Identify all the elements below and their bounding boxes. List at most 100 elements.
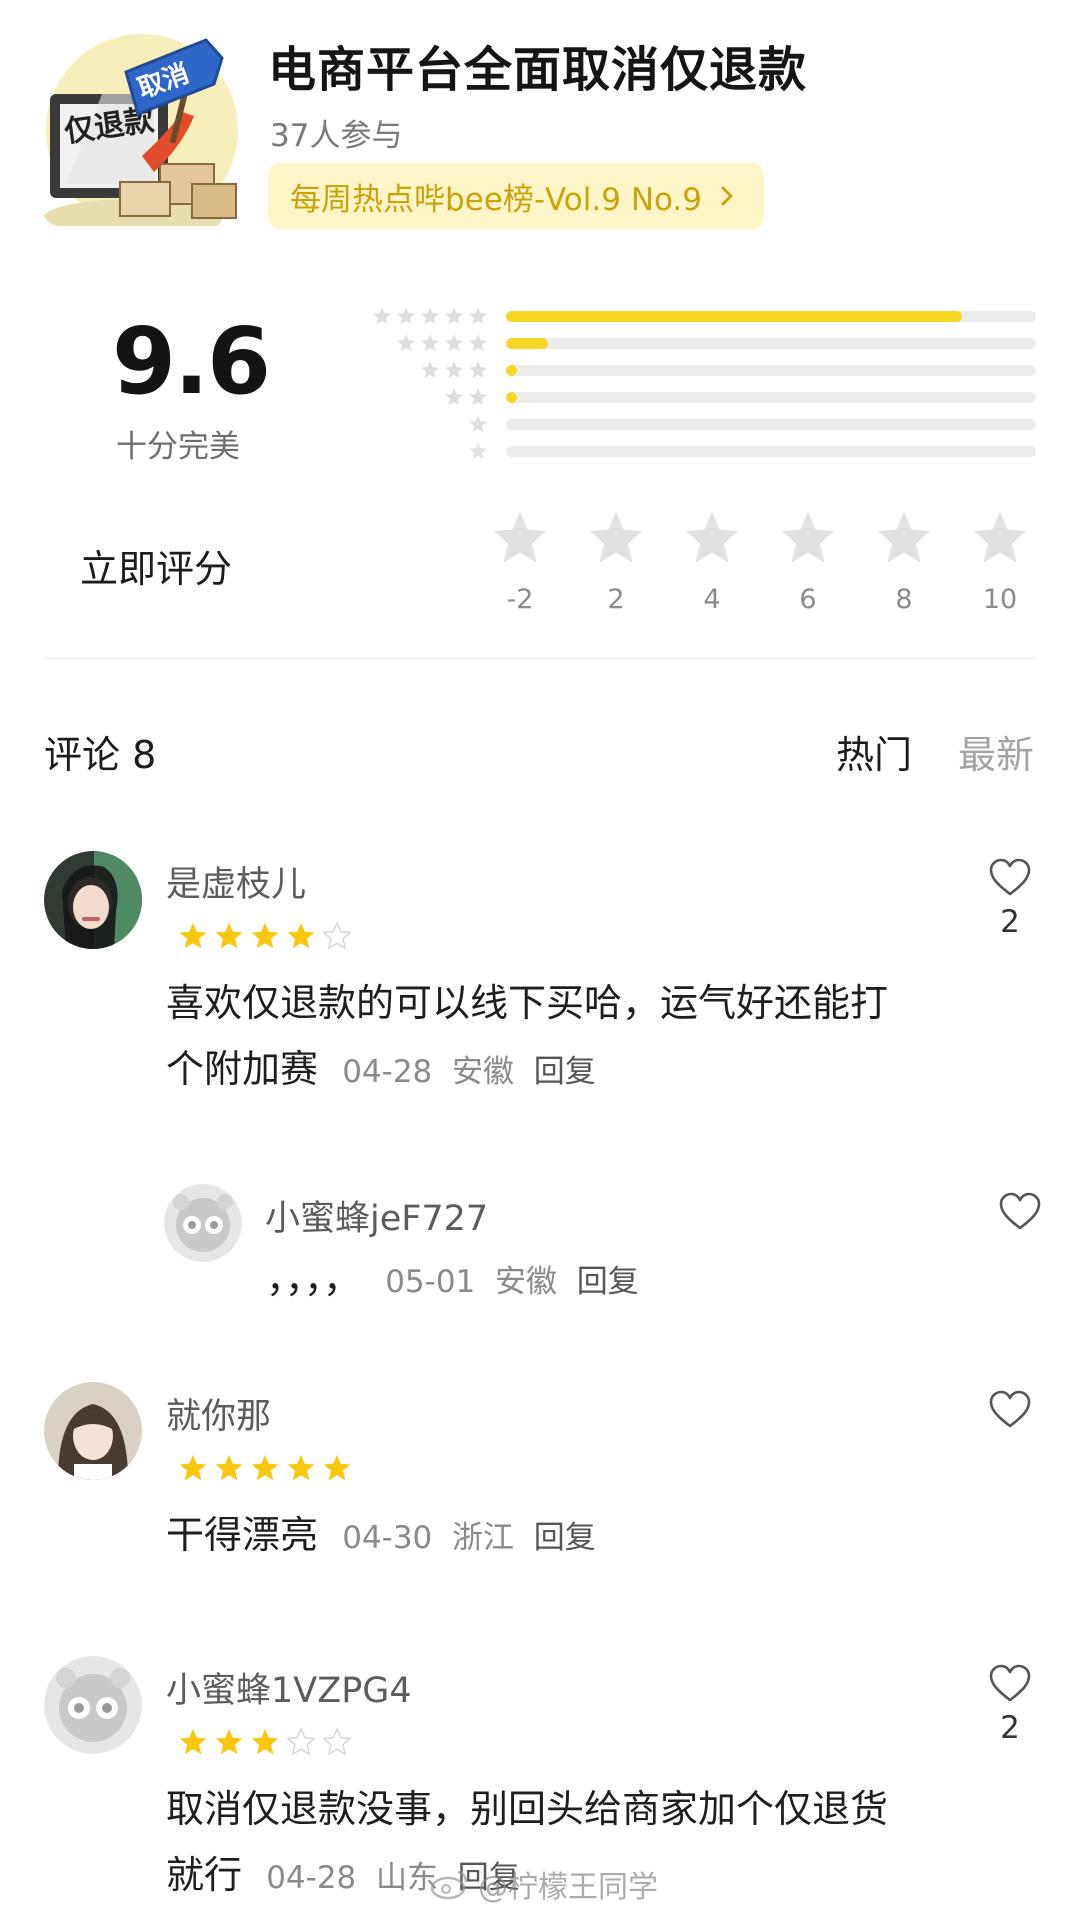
comment-body: 喜欢仅退款的可以线下买哈，运气好还能打 个附加赛 04-28 安徽 回复 — [166, 970, 888, 1105]
topic-title: 电商平台全面取消仅退款 — [268, 42, 808, 98]
star-filled-icon — [287, 922, 315, 949]
distribution-stars — [468, 412, 488, 436]
avatar[interactable] — [44, 1656, 142, 1754]
rate-option-label: 8 — [895, 584, 913, 615]
star-filled-icon — [251, 1728, 279, 1755]
heart-icon[interactable] — [988, 858, 1032, 898]
avatar[interactable] — [44, 1382, 142, 1480]
star-filled-icon — [179, 922, 207, 949]
star-icon — [469, 334, 487, 352]
comment-text-tail: 就行 — [166, 1853, 243, 1897]
distribution-stars — [468, 439, 488, 463]
star-icon — [421, 361, 439, 379]
comment-body: ，，，， 05-01 安徽 回复 — [266, 1246, 639, 1315]
topic-header: 仅退款 取消 电商平台全面取消仅退款 37人参与 每周热点哔bee榜-Vol.9… — [0, 0, 1080, 250]
comment-rating — [178, 921, 352, 951]
rate-star-icon[interactable] — [778, 508, 838, 568]
heart-icon[interactable] — [988, 1390, 1032, 1430]
distribution-bar-fill — [506, 311, 962, 322]
star-icon — [469, 307, 487, 325]
avatar[interactable] — [44, 851, 142, 949]
rate-option-label: -2 — [506, 584, 534, 615]
comment-body: 干得漂亮 04-30 浙江 回复 — [166, 1502, 596, 1571]
comment-rating — [178, 1453, 352, 1483]
comment-region: 浙江 — [452, 1520, 514, 1556]
comment-date: 05-01 — [385, 1264, 476, 1300]
rate-star-icon[interactable] — [490, 508, 550, 568]
comment-author[interactable]: 小蜜蜂jeF727 — [265, 1190, 488, 1241]
star-filled-icon — [215, 1728, 243, 1755]
comment-region: 山东 — [376, 1860, 438, 1896]
distribution-stars — [372, 304, 488, 328]
distribution-stars — [396, 331, 488, 355]
sort-new-tab[interactable]: 最新 — [958, 724, 1034, 779]
star-icon — [397, 334, 415, 352]
sort-hot-tab[interactable]: 热门 — [836, 724, 912, 779]
star-icon — [445, 334, 463, 352]
comment-text: ，，，， — [266, 1257, 362, 1301]
ranking-badge[interactable]: 每周热点哔bee榜-Vol.9 No.9 — [268, 163, 765, 229]
reply-button[interactable]: 回复 — [534, 1054, 596, 1090]
average-score: 9.6 — [112, 308, 271, 415]
section-divider — [44, 658, 1036, 659]
comment-text-line: 喜欢仅退款的可以线下买哈，运气好还能打 — [166, 981, 889, 1025]
comment-text: 干得漂亮 — [166, 1513, 319, 1557]
rate-option-label: 6 — [799, 584, 817, 615]
participants-count: 37人参与 — [270, 118, 403, 154]
star-icon — [469, 361, 487, 379]
comments-count-title: 评论 8 — [44, 733, 157, 777]
reply-button[interactable]: 回复 — [577, 1264, 639, 1300]
star-icon — [421, 334, 439, 352]
comment-date: 04-28 — [266, 1860, 357, 1896]
distribution-row — [360, 358, 1036, 382]
comment-date: 04-30 — [342, 1520, 433, 1556]
rate-star-icon[interactable] — [970, 508, 1030, 568]
avatar[interactable] — [164, 1184, 242, 1262]
heart-icon[interactable] — [988, 1664, 1032, 1704]
star-icon — [445, 307, 463, 325]
star-icon — [469, 415, 487, 433]
comment-author[interactable]: 小蜜蜂1VZPG4 — [166, 1662, 412, 1713]
like-count: 2 — [1000, 904, 1020, 940]
heart-icon[interactable] — [998, 1192, 1042, 1232]
comment-author[interactable]: 就你那 — [166, 1388, 271, 1439]
reply-button[interactable]: 回复 — [534, 1520, 596, 1556]
star-filled-icon — [215, 1454, 243, 1481]
ranking-label: 每周热点哔bee榜-Vol.9 No.9 — [290, 181, 703, 218]
distribution-bar-fill — [506, 392, 517, 403]
rate-option-label: 10 — [982, 584, 1018, 615]
star-icon — [469, 442, 487, 460]
star-icon — [397, 307, 415, 325]
star-filled-icon — [323, 1454, 351, 1481]
comment-rating — [178, 1727, 352, 1757]
star-icon — [445, 361, 463, 379]
comment-region: 安徽 — [495, 1264, 557, 1300]
comment-author[interactable]: 是虚枝儿 — [166, 856, 306, 907]
chevron-right-icon — [721, 186, 733, 206]
distribution-bar — [506, 419, 1036, 430]
distribution-bar — [506, 392, 1036, 403]
like-count: 2 — [1000, 1710, 1020, 1746]
rate-star-icon[interactable] — [682, 508, 742, 568]
watermark: @柠檬王同学 — [430, 1862, 658, 1906]
distribution-row — [360, 412, 1036, 436]
distribution-row — [360, 331, 1036, 355]
star-icon — [421, 307, 439, 325]
distribution-bar-fill — [506, 338, 549, 349]
star-filled-icon — [251, 1454, 279, 1481]
rate-option-label: 4 — [703, 584, 721, 615]
star-icon — [373, 307, 391, 325]
watermark-text: @柠檬王同学 — [478, 1870, 658, 1905]
rate-option-label: 2 — [607, 584, 625, 615]
topic-cover-image[interactable]: 仅退款 取消 — [42, 34, 242, 226]
distribution-stars — [444, 385, 488, 409]
rate-star-icon[interactable] — [586, 508, 646, 568]
star-filled-icon — [287, 1454, 315, 1481]
rate-star-icon[interactable] — [874, 508, 934, 568]
star-filled-icon — [251, 922, 279, 949]
star-icon — [469, 388, 487, 406]
distribution-row — [360, 385, 1036, 409]
star-empty-icon — [287, 1728, 315, 1755]
rate-now-label: 立即评分 — [80, 547, 233, 591]
star-filled-icon — [179, 1728, 207, 1755]
